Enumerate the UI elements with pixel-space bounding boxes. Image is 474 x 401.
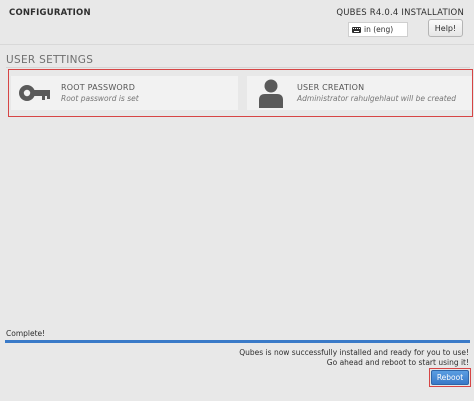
- key-icon: [17, 76, 53, 110]
- root-password-spoke[interactable]: ROOT PASSWORD Root password is set: [11, 76, 238, 110]
- user-creation-title: USER CREATION: [297, 83, 365, 92]
- root-password-title: ROOT PASSWORD: [61, 83, 136, 92]
- keyboard-icon: [352, 26, 361, 33]
- progress-bar: [5, 340, 470, 343]
- reboot-button-highlight: Reboot: [429, 368, 471, 387]
- progress-bar-fill: [5, 340, 470, 343]
- page-title: CONFIGURATION: [9, 8, 91, 18]
- completion-line-1: Qubes is now successfully installed and …: [239, 348, 469, 357]
- completion-message: Qubes is now successfully installed and …: [239, 348, 469, 368]
- user-creation-status: Administrator rahulgehlaut will be creat…: [297, 94, 457, 103]
- section-title-user-settings: USER SETTINGS: [6, 54, 94, 66]
- installer-screen: CONFIGURATION QUBES R4.0.4 INSTALLATION …: [0, 0, 474, 401]
- root-password-status: Root password is set: [61, 94, 139, 103]
- product-title: QUBES R4.0.4 INSTALLATION: [336, 8, 464, 18]
- section-divider: [6, 67, 470, 68]
- user-settings-spokes: ROOT PASSWORD Root password is set USER …: [8, 69, 473, 117]
- completion-line-2: Go ahead and reboot to start using it!: [326, 358, 469, 367]
- user-creation-spoke[interactable]: USER CREATION Administrator rahulgehlaut…: [247, 76, 472, 110]
- keyboard-layout-label: in (eng): [364, 25, 394, 34]
- help-button[interactable]: Help!: [428, 19, 463, 37]
- keyboard-layout-indicator[interactable]: in (eng): [348, 22, 408, 37]
- progress-label: Complete!: [6, 329, 46, 338]
- user-icon: [253, 76, 289, 110]
- header-divider: [0, 44, 474, 45]
- reboot-button[interactable]: Reboot: [431, 370, 469, 385]
